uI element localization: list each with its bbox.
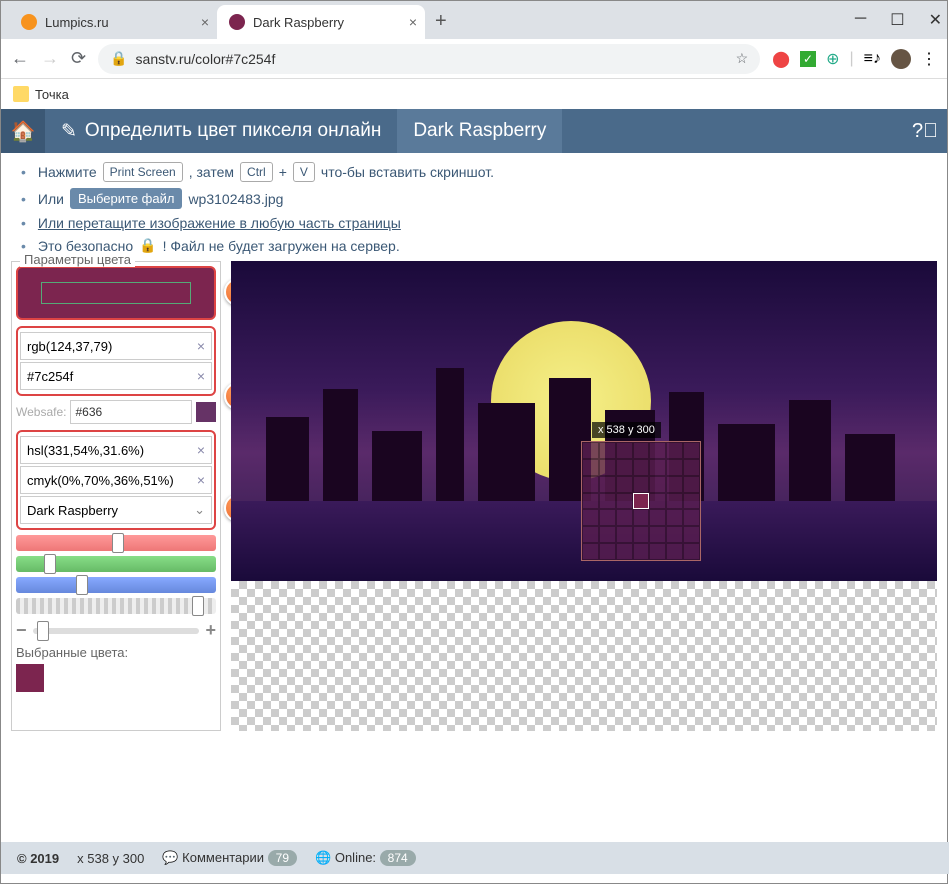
tab-title: Dark Raspberry (253, 15, 344, 30)
tab-lumpics[interactable]: Lumpics.ru × (9, 5, 217, 39)
coords-label: x 538 y 300 (592, 422, 661, 438)
websafe-swatch (196, 402, 216, 422)
bookmark-star-icon[interactable]: ☆ (736, 50, 749, 67)
nav-reload-icon[interactable]: ⟳ (71, 48, 86, 69)
color-params-panel: Параметры цвета rgb(124,37,79) × #7c254f… (11, 261, 221, 731)
zoom-slider[interactable] (33, 628, 200, 634)
green-slider[interactable] (16, 556, 216, 572)
zoom-in-button[interactable]: + (205, 620, 216, 641)
rgb-field[interactable]: rgb(124,37,79) × (20, 332, 212, 360)
online-status: 🌐 Online: 874 (315, 850, 416, 866)
lock-icon: 🔒 (110, 50, 127, 67)
clear-icon[interactable]: × (197, 472, 205, 488)
menu-icon[interactable]: ⋮ (921, 49, 937, 69)
magnifier-grid (582, 442, 700, 560)
panel-legend: Параметры цвета (20, 252, 135, 267)
tab-close-icon[interactable]: × (201, 14, 209, 30)
comments-badge: 79 (268, 850, 297, 866)
rgb-hex-group: rgb(124,37,79) × #7c254f × (16, 326, 216, 396)
window-close[interactable]: ✕ (929, 10, 942, 30)
browser-tabs: Lumpics.ru × Dark Raspberry × + (1, 1, 947, 39)
chevron-down-icon: ⌄ (194, 502, 205, 518)
comment-icon: 💬 (162, 850, 178, 865)
nav-back-icon[interactable]: ← (11, 48, 29, 69)
tab-close-icon[interactable]: × (409, 14, 417, 30)
gray-slider[interactable] (16, 598, 216, 614)
url-text: sanstv.ru/color#7c254f (136, 51, 276, 67)
image-canvas[interactable]: x 538 y 300 (231, 261, 937, 731)
new-tab-button[interactable]: + (425, 4, 457, 39)
instruction-paste: Нажмите Print Screen , затем Ctrl + V чт… (11, 159, 937, 185)
avatar-icon[interactable] (891, 49, 911, 69)
help-button[interactable]: ?⃝ (903, 109, 947, 153)
page-footer: © 2019 x 538 y 300 💬 Комментарии 79 🌐 On… (1, 842, 949, 874)
websafe-row: Websafe: #636 (16, 400, 216, 424)
pencil-icon: ✎ (61, 120, 77, 143)
hsl-cmyk-group: hsl(331,54%,31.6%) × cmyk(0%,70%,36%,51%… (16, 430, 216, 530)
filename-text: wp3102483.jpg (188, 191, 283, 207)
bookmarks-bar: Точка (1, 79, 947, 109)
ext-opera-icon[interactable]: ⬤ (772, 49, 790, 69)
globe-icon: 🌐 (315, 850, 331, 865)
hsl-field[interactable]: hsl(331,54%,31.6%) × (20, 436, 212, 464)
blue-slider[interactable] (16, 577, 216, 593)
window-minimize[interactable]: ─ (855, 10, 866, 30)
color-name-select[interactable]: Dark Raspberry ⌄ (20, 496, 212, 524)
ext-globe-icon[interactable]: ⊕ (826, 49, 839, 69)
websafe-field[interactable]: #636 (70, 400, 192, 424)
tab-dark-raspberry[interactable]: Dark Raspberry × (217, 5, 425, 39)
hex-field[interactable]: #7c254f × (20, 362, 212, 390)
favicon-sanstv (229, 14, 245, 30)
key-ctrl: Ctrl (240, 162, 273, 182)
comments-link[interactable]: 💬 Комментарии 79 (162, 850, 297, 866)
zoom-out-button[interactable]: − (16, 620, 27, 641)
instructions-list: Нажмите Print Screen , затем Ctrl + V чт… (11, 159, 937, 257)
footer-coords: x 538 y 300 (77, 851, 144, 866)
color-swatch-main[interactable] (16, 266, 216, 320)
copyright: © 2019 (17, 851, 59, 866)
choose-file-button[interactable]: Выберите файл (70, 188, 182, 209)
cmyk-field[interactable]: cmyk(0%,70%,36%,51%) × (20, 466, 212, 494)
red-slider[interactable] (16, 535, 216, 551)
ext-playlist-icon[interactable]: ≡♪ (864, 50, 881, 68)
address-bar: ← → ⟳ 🔒 sanstv.ru/color#7c254f ☆ ⬤ ✓ ⊕ |… (1, 39, 947, 79)
instruction-safe: Это безопасно 🔒 ! Файл не будет загружен… (11, 234, 937, 257)
bookmark-item[interactable]: Точка (35, 87, 69, 102)
tab-title: Lumpics.ru (45, 15, 109, 30)
clear-icon[interactable]: × (197, 368, 205, 384)
swatch-inner-box (41, 282, 191, 304)
folder-icon (13, 86, 29, 102)
key-printscreen: Print Screen (103, 162, 183, 182)
favicon-lumpics (21, 14, 37, 30)
home-button[interactable]: 🏠 (1, 109, 45, 153)
nav-forward-icon[interactable]: → (41, 48, 59, 69)
key-v: V (293, 162, 315, 182)
ext-check-icon[interactable]: ✓ (800, 51, 816, 67)
lock-icon: 🔒 (139, 237, 156, 254)
window-maximize[interactable]: ☐ (890, 10, 904, 30)
clear-icon[interactable]: × (197, 338, 205, 354)
page-title-main[interactable]: ✎ Определить цвет пикселя онлайн (45, 109, 397, 153)
clear-icon[interactable]: × (197, 442, 205, 458)
ext-divider: | (850, 50, 854, 68)
selected-colors-label: Выбранные цвета: (16, 645, 216, 660)
instruction-drag: Или перетащите изображение в любую часть… (11, 212, 937, 234)
pixel-magnifier[interactable]: x 538 y 300 (581, 441, 701, 561)
url-input[interactable]: 🔒 sanstv.ru/color#7c254f ☆ (98, 44, 760, 74)
page-header: 🏠 ✎ Определить цвет пикселя онлайн Dark … (1, 109, 947, 153)
loaded-image[interactable]: x 538 y 300 (231, 261, 937, 581)
instruction-file: Или Выберите файл wp3102483.jpg (11, 185, 937, 212)
online-badge: 874 (380, 850, 416, 866)
selected-color-swatch[interactable] (16, 664, 44, 692)
page-title-sub: Dark Raspberry (397, 109, 562, 153)
